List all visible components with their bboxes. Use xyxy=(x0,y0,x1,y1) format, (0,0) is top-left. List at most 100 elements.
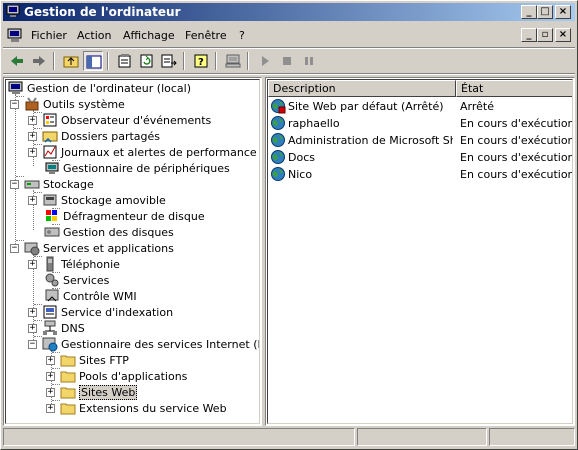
expand-toggle[interactable]: + xyxy=(28,324,37,333)
child-close-button[interactable]: × xyxy=(555,28,571,42)
tree-item[interactable]: + Observateur d'événements xyxy=(6,112,259,128)
site-state: En cours d'exécution xyxy=(460,117,573,130)
services-icon xyxy=(45,273,59,287)
connect-button[interactable] xyxy=(223,51,243,71)
toolbar-separator xyxy=(107,52,109,70)
menu-fichier[interactable]: Fichier xyxy=(31,29,67,42)
tree-item[interactable]: + Stockage amovible xyxy=(6,192,259,208)
tree-item-label: Sites FTP xyxy=(79,354,129,367)
collapse-toggle[interactable]: − xyxy=(28,340,37,349)
expand-toggle[interactable]: + xyxy=(46,356,55,365)
expand-toggle[interactable]: + xyxy=(28,116,37,125)
website-icon xyxy=(271,150,285,164)
tree-item-label: Stockage xyxy=(43,178,94,191)
tree-item-label: Sites Web xyxy=(79,385,138,400)
child-minimize-button[interactable]: _ xyxy=(521,28,537,42)
tree-item[interactable]: Gestionnaire de périphériques xyxy=(6,160,259,176)
expand-toggle[interactable]: + xyxy=(46,372,55,381)
menu-help[interactable]: ? xyxy=(239,29,245,42)
console-menu-icon[interactable] xyxy=(7,28,23,43)
expand-toggle[interactable]: + xyxy=(28,148,37,157)
collapse-toggle[interactable]: − xyxy=(10,244,19,253)
minimize-button[interactable]: _ xyxy=(521,5,537,19)
tree-item-label: Gestionnaire des services Internet (IIS) xyxy=(61,338,260,351)
site-description: Nico xyxy=(288,168,313,181)
tree-item-label: Outils système xyxy=(43,98,125,111)
tree-item[interactable]: Défragmenteur de disque xyxy=(6,208,259,224)
folder-up-icon xyxy=(63,56,79,68)
tree-item[interactable]: + Journaux et alertes de performance xyxy=(6,144,259,160)
svg-text:?: ? xyxy=(198,57,204,68)
tree-item[interactable]: + Pools d'applications xyxy=(6,368,259,384)
tree-item[interactable]: − Stockage xyxy=(6,176,259,192)
stop-button[interactable] xyxy=(277,51,297,71)
tree-connector xyxy=(16,176,24,177)
column-header-description[interactable]: Description xyxy=(268,80,456,97)
properties-button[interactable] xyxy=(115,51,135,71)
menu-affichage[interactable]: Affichage xyxy=(123,29,175,42)
services-apps-icon xyxy=(24,242,40,256)
collapse-toggle[interactable]: − xyxy=(10,100,19,109)
maximize-button[interactable]: □ xyxy=(537,5,553,19)
refresh-button[interactable] xyxy=(137,51,157,71)
tree-item[interactable]: + Dossiers partagés xyxy=(6,128,259,144)
tree-item-label: Service d'indexation xyxy=(61,306,174,319)
tree-item[interactable]: + Téléphonie xyxy=(6,256,259,272)
expand-toggle[interactable]: + xyxy=(28,132,37,141)
tree-item[interactable]: + Service d'indexation xyxy=(6,304,259,320)
menu-action[interactable]: Action xyxy=(77,29,111,42)
tree-item[interactable]: + Extensions du service Web xyxy=(6,400,259,416)
expand-toggle[interactable]: + xyxy=(28,196,37,205)
tree-item[interactable]: + Sites Web xyxy=(6,384,259,400)
dns-icon xyxy=(43,320,57,335)
tree-item[interactable]: Gestion des disques xyxy=(6,224,259,240)
menu-bar: Fichier Action Affichage Fenêtre ? _ ▫ × xyxy=(3,25,575,47)
column-header-state[interactable]: État xyxy=(456,80,572,97)
menu-fenetre[interactable]: Fenêtre xyxy=(185,29,227,42)
up-one-level-button[interactable] xyxy=(61,51,81,71)
tree-connector xyxy=(52,368,60,369)
computer-icon xyxy=(8,81,23,94)
title-bar[interactable]: Gestion de l'ordinateur _ □ × xyxy=(3,3,575,21)
tree-item[interactable]: Gestion de l'ordinateur (local) xyxy=(6,80,259,96)
tree-item[interactable]: + Sites FTP xyxy=(6,352,259,368)
expand-toggle[interactable]: + xyxy=(46,404,55,413)
tree-item[interactable]: − Gestionnaire des services Internet (IIS… xyxy=(6,336,260,352)
tree-item-label: Téléphonie xyxy=(61,258,120,271)
tree-item[interactable]: − Outils système xyxy=(6,96,259,112)
tree-item[interactable]: Contrôle WMI xyxy=(6,288,259,304)
toolbar-separator-line xyxy=(3,73,575,75)
folder-icon xyxy=(60,371,76,383)
folder-icon xyxy=(60,387,76,399)
pause-button[interactable] xyxy=(299,51,319,71)
list-row[interactable]: Site Web par défaut (Arrêté) Arrêté xyxy=(268,98,572,115)
stop-icon xyxy=(283,57,291,65)
child-restore-button[interactable]: ▫ xyxy=(537,28,553,42)
start-button[interactable] xyxy=(255,51,275,71)
storage-icon xyxy=(24,180,40,189)
export-list-button[interactable] xyxy=(159,51,179,71)
show-hide-tree-button[interactable] xyxy=(83,51,103,71)
shared-folder-icon xyxy=(42,131,58,143)
tree-item[interactable]: + DNS xyxy=(6,320,259,336)
list-row[interactable]: Docs En cours d'exécution xyxy=(268,149,572,166)
expand-toggle[interactable]: + xyxy=(28,308,37,317)
back-button[interactable] xyxy=(7,51,27,71)
site-state: En cours d'exécution xyxy=(460,134,573,147)
list-row[interactable]: raphaello En cours d'exécution xyxy=(268,115,573,132)
list-row[interactable]: Nico En cours d'exécution xyxy=(268,166,572,183)
list-row[interactable]: Administration de Microsoft Sha... En cou… xyxy=(268,132,573,149)
tree-connector xyxy=(16,240,24,241)
computer-icon xyxy=(225,54,241,68)
forward-button[interactable] xyxy=(29,51,49,71)
expand-toggle[interactable]: + xyxy=(46,388,55,397)
collapse-toggle[interactable]: − xyxy=(10,180,19,189)
tree-connector xyxy=(52,208,60,209)
tree-item[interactable]: − Services et applications xyxy=(6,240,259,256)
close-button[interactable]: × xyxy=(555,5,571,19)
help-button[interactable]: ? xyxy=(191,51,211,71)
tree-item[interactable]: Services xyxy=(6,272,259,288)
tree-connector xyxy=(52,384,60,385)
expand-toggle[interactable]: + xyxy=(28,260,37,269)
toolbar-separator xyxy=(215,52,217,70)
